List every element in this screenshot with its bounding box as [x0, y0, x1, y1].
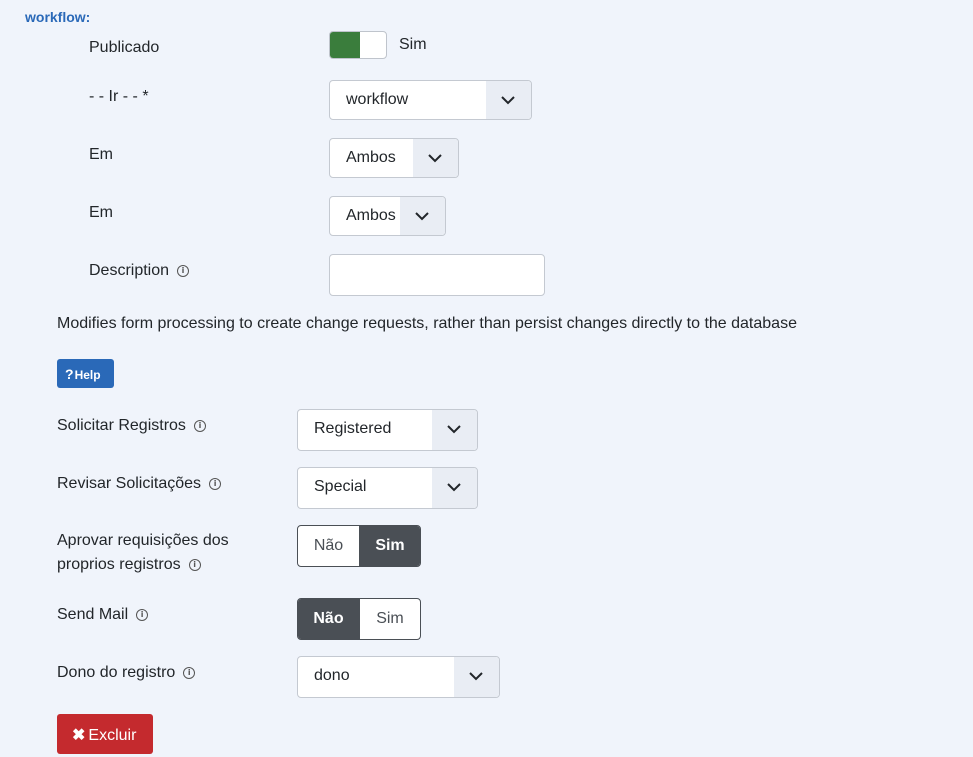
- help-button-label: Help: [74, 368, 101, 382]
- info-icon[interactable]: i: [177, 265, 190, 277]
- info-icon[interactable]: i: [136, 609, 149, 621]
- chevron-down-icon: [501, 96, 515, 105]
- aprovar-label-text: Aprovar requisições dos proprios registr…: [57, 532, 229, 573]
- publicado-switch[interactable]: [329, 31, 387, 59]
- x-icon: ✖: [72, 727, 86, 744]
- chevron-down-icon: [469, 672, 483, 681]
- sendmail-label-text: Send Mail: [57, 606, 129, 623]
- description-label-text: Description: [89, 262, 170, 279]
- chevron-down-icon: [447, 483, 461, 492]
- solicitar-label-text: Solicitar Registros: [57, 417, 186, 434]
- info-icon[interactable]: i: [188, 559, 201, 571]
- ir-select-value: workflow: [346, 91, 409, 108]
- info-icon[interactable]: i: [193, 420, 206, 432]
- workflow-description-text: Modifies form processing to create chang…: [57, 315, 797, 332]
- info-icon[interactable]: i: [183, 667, 196, 679]
- info-icon[interactable]: i: [209, 478, 222, 490]
- dono-select-value: dono: [314, 667, 350, 684]
- sendmail-toggle-group: Não Sim: [297, 598, 421, 640]
- sendmail-label: Send Mail i: [57, 606, 149, 624]
- solicitar-select-value: Registered: [314, 420, 392, 437]
- dono-label-text: Dono do registro: [57, 664, 176, 681]
- aprovar-label: Aprovar requisições dos proprios registr…: [57, 529, 257, 577]
- solicitar-select[interactable]: Registered: [297, 409, 478, 451]
- em-select-1[interactable]: Ambos: [329, 138, 459, 178]
- switch-on-indicator: [330, 32, 360, 58]
- chevron-down-icon: [428, 154, 442, 163]
- dono-label: Dono do registro i: [57, 664, 196, 682]
- revisar-label: Revisar Solicitações i: [57, 475, 222, 493]
- em-select-2-value: Ambos: [346, 207, 396, 224]
- solicitar-label: Solicitar Registros i: [57, 417, 206, 435]
- em-label-1: Em: [89, 146, 113, 163]
- em-label-2: Em: [89, 204, 113, 221]
- description-label: Description i: [89, 262, 190, 280]
- section-title: workflow:: [25, 9, 91, 25]
- aprovar-toggle-group: Não Sim: [297, 525, 421, 567]
- excluir-button[interactable]: ✖ Excluir: [57, 714, 153, 754]
- chevron-down-icon: [447, 425, 461, 434]
- ir-label: - - Ir - - *: [89, 88, 149, 105]
- em-select-1-value: Ambos: [346, 149, 396, 166]
- help-button[interactable]: ?Help: [57, 359, 114, 388]
- dono-select[interactable]: dono: [297, 656, 500, 698]
- publicado-switch-label: Sim: [399, 36, 427, 53]
- sendmail-nao-button[interactable]: Não: [298, 599, 359, 639]
- sendmail-sim-button[interactable]: Sim: [358, 599, 420, 639]
- ir-select[interactable]: workflow: [329, 80, 532, 120]
- revisar-select[interactable]: Special: [297, 467, 478, 509]
- question-icon: ?: [65, 366, 74, 382]
- aprovar-sim-button[interactable]: Sim: [358, 526, 420, 566]
- publicado-label: Publicado: [89, 39, 160, 56]
- revisar-select-value: Special: [314, 478, 367, 495]
- chevron-down-icon: [415, 212, 429, 221]
- excluir-button-label: Excluir: [88, 727, 137, 744]
- description-input[interactable]: [329, 254, 545, 296]
- aprovar-nao-button[interactable]: Não: [298, 526, 359, 566]
- em-select-2[interactable]: Ambos: [329, 196, 446, 236]
- revisar-label-text: Revisar Solicitações: [57, 475, 202, 492]
